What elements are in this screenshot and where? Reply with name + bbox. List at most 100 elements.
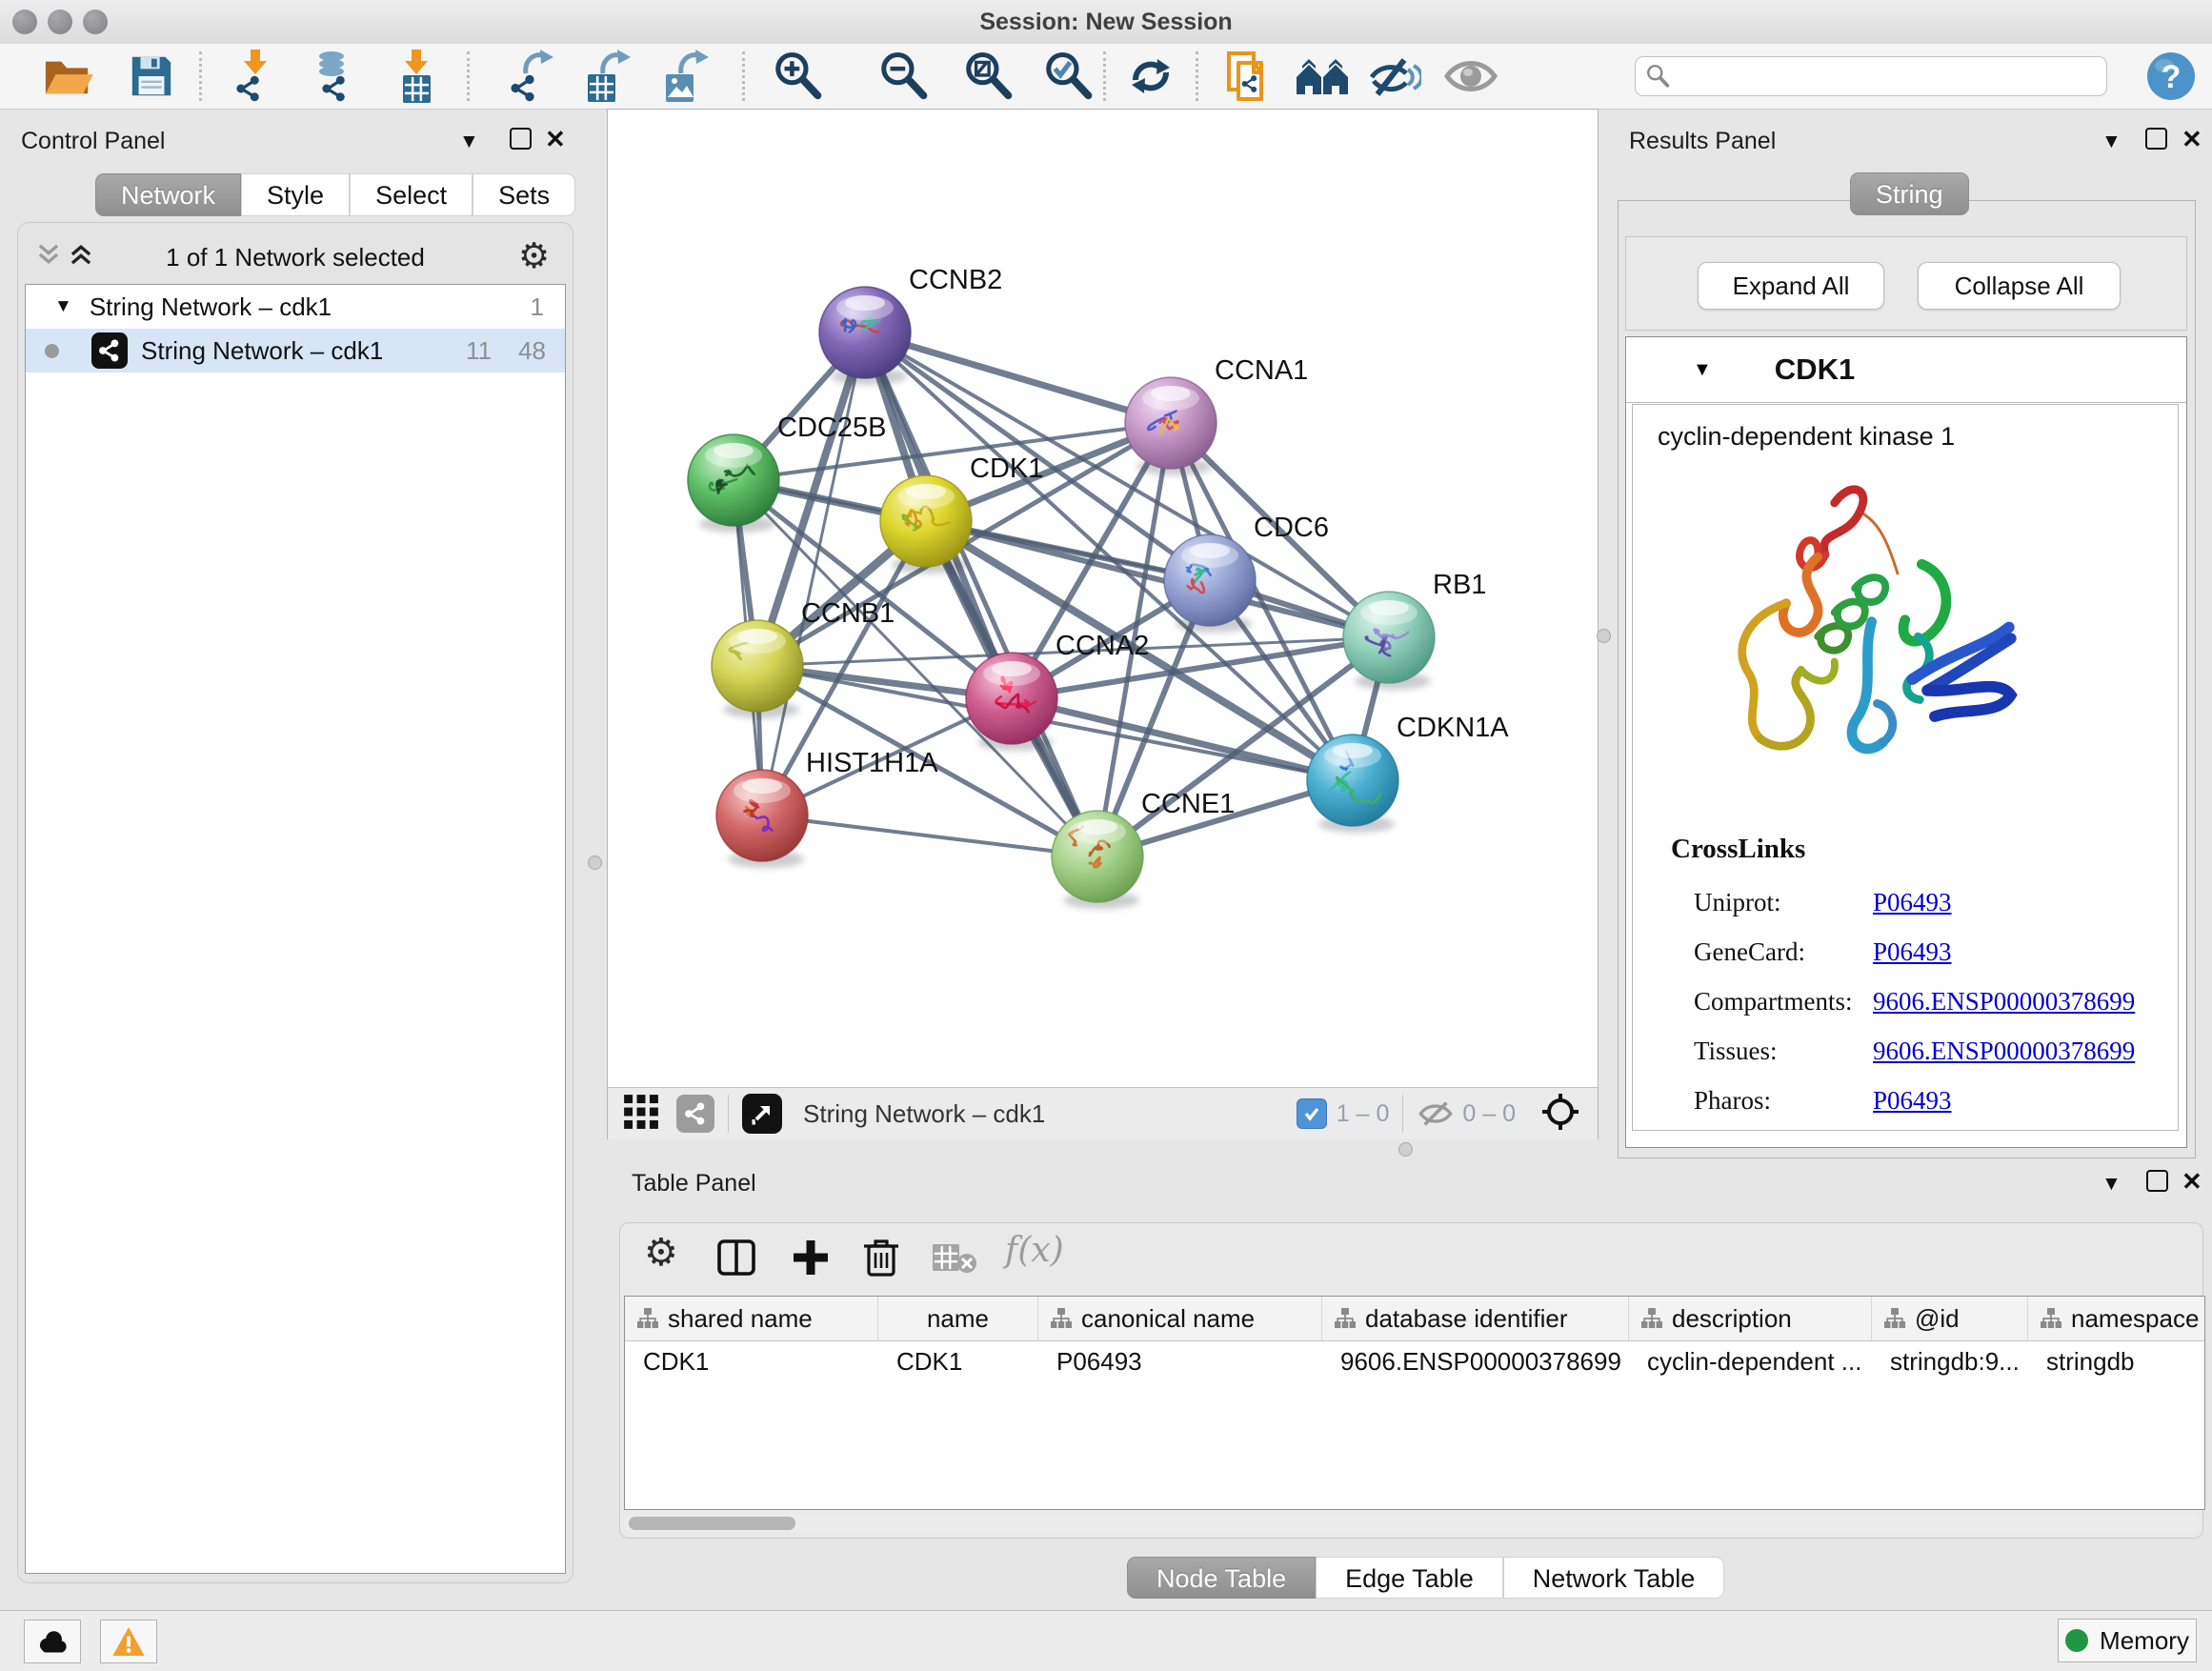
scrollbar-thumb[interactable] (629, 1517, 795, 1530)
table-cell[interactable]: cyclin-dependent ... (1629, 1347, 1872, 1377)
close-panel-icon[interactable]: ✕ (2182, 127, 2202, 151)
close-panel-icon[interactable]: ✕ (2182, 1169, 2202, 1194)
edge-HIST1H1A-CCNE1[interactable] (762, 815, 1097, 856)
column-header-description[interactable]: description (1629, 1297, 1872, 1340)
table-horizontal-scrollbar[interactable] (624, 1515, 2201, 1532)
crosslink-value-link[interactable]: P06493 (1873, 1086, 1952, 1116)
table-cell[interactable]: 9606.ENSP00000378699 (1322, 1347, 1629, 1377)
table-cell[interactable]: stringdb:9... (1872, 1347, 2028, 1377)
protein-entry-header[interactable]: ▼ CDK1 (1626, 337, 2186, 403)
show-eye-icon[interactable] (1441, 48, 1500, 105)
crosslink-value-link[interactable]: 9606.ENSP00000378699 (1873, 1037, 2135, 1066)
table-cell[interactable]: CDK1 (878, 1347, 1038, 1377)
tab-edge-table[interactable]: Edge Table (1316, 1557, 1503, 1599)
export-network-icon[interactable] (502, 48, 561, 105)
network-canvas[interactable]: CCNB2CCNA1CDC25BCDK1CDC6RB1CCNB1CCNA2CDK… (610, 123, 1592, 1085)
zoom-selected-icon[interactable] (1038, 48, 1097, 105)
network-node-CDC25B[interactable] (688, 434, 779, 526)
float-panel-icon[interactable] (2146, 1170, 2168, 1192)
crosslink-value-link[interactable]: 9606.ENSP00000378699 (1873, 987, 2135, 1017)
table-gear-icon[interactable]: ⚙ (644, 1231, 678, 1275)
search-box[interactable] (1635, 56, 2107, 96)
import-table-file-icon[interactable] (387, 48, 446, 105)
hidden-items-eye-icon[interactable] (1417, 1098, 1455, 1129)
panel-menu-icon[interactable]: ▼ (2101, 130, 2122, 154)
document-share-icon[interactable] (1218, 48, 1277, 105)
network-share-view-icon[interactable] (676, 1095, 714, 1133)
column-header-name[interactable]: name (878, 1297, 1038, 1340)
tab-network-table[interactable]: Network Table (1503, 1557, 1725, 1599)
network-node-CDK1[interactable] (880, 475, 972, 567)
tab-string[interactable]: String (1850, 172, 1969, 215)
left-splitter-grip[interactable] (588, 856, 602, 870)
tab-node-table[interactable]: Node Table (1127, 1557, 1316, 1599)
panel-menu-icon[interactable]: ▼ (2101, 1172, 2122, 1197)
column-header-namespace[interactable]: namespace (2028, 1297, 2205, 1340)
column-header-database-identifier[interactable]: database identifier (1322, 1297, 1629, 1340)
string-home-icon[interactable] (1293, 48, 1352, 105)
network-node-CDC6[interactable] (1164, 534, 1256, 626)
table-cell[interactable]: CDK1 (625, 1347, 878, 1377)
collapse-all-button[interactable]: Collapse All (1918, 262, 2121, 310)
float-panel-icon[interactable] (510, 128, 532, 150)
expand-all-networks-icon[interactable] (69, 242, 93, 272)
column-header-canonical-name[interactable]: canonical name (1038, 1297, 1322, 1340)
column-header-@id[interactable]: @id (1872, 1297, 2028, 1340)
save-session-icon[interactable] (122, 48, 181, 105)
expand-all-button[interactable]: Expand All (1698, 262, 1884, 310)
network-node-CCNB1[interactable] (712, 620, 803, 712)
column-header-shared-name[interactable]: shared name (625, 1297, 878, 1340)
add-column-icon[interactable] (790, 1237, 832, 1283)
entry-expander-icon[interactable]: ▼ (1693, 359, 1712, 381)
collection-expander-icon[interactable]: ▼ (54, 296, 72, 317)
table-cell[interactable]: P06493 (1038, 1347, 1322, 1377)
zoom-in-icon[interactable] (768, 48, 827, 105)
hide-eye-icon[interactable] (1365, 48, 1424, 105)
search-input[interactable] (1678, 62, 2097, 91)
network-node-RB1[interactable] (1343, 592, 1435, 683)
tab-network[interactable]: Network (95, 173, 241, 216)
selected-items-checkbox-icon[interactable] (1297, 1098, 1327, 1129)
right-splitter-grip[interactable] (1597, 629, 1611, 643)
export-image-icon[interactable] (657, 48, 716, 105)
network-node-CCNB2[interactable] (819, 287, 911, 378)
zoom-fit-icon[interactable] (958, 48, 1017, 105)
table-cell[interactable]: stringdb (2028, 1347, 2205, 1377)
birdseye-view-icon[interactable] (1540, 1092, 1580, 1137)
import-network-database-icon[interactable] (302, 48, 361, 105)
network-node-CDKN1A[interactable] (1307, 735, 1398, 826)
tab-select[interactable]: Select (350, 173, 473, 216)
import-network-file-icon[interactable] (226, 48, 285, 105)
zoom-out-icon[interactable] (874, 48, 933, 105)
float-panel-icon[interactable] (2145, 128, 2167, 150)
tab-sets[interactable]: Sets (473, 173, 575, 216)
network-panel-gear-icon[interactable]: ⚙ (518, 235, 550, 276)
help-icon[interactable]: ? (2142, 48, 2201, 105)
show-columns-icon[interactable] (715, 1237, 757, 1283)
refresh-layout-icon[interactable] (1121, 48, 1180, 105)
close-panel-icon[interactable]: ✕ (545, 127, 566, 151)
network-collection-row[interactable]: ▼ String Network – cdk1 1 (26, 285, 565, 329)
network-node-CCNE1[interactable] (1052, 811, 1143, 902)
grid-view-icon[interactable] (623, 1094, 659, 1135)
open-session-icon[interactable] (38, 48, 97, 105)
tab-style[interactable]: Style (241, 173, 350, 216)
delete-column-trash-icon[interactable] (860, 1235, 902, 1283)
collapse-all-networks-icon[interactable] (36, 242, 61, 272)
crosslink-value-link[interactable]: P06493 (1873, 937, 1952, 967)
edge-CCNB2-CCNA1[interactable] (865, 332, 1171, 423)
detach-view-icon[interactable] (742, 1094, 782, 1134)
export-table-icon[interactable] (579, 48, 638, 105)
network-node-HIST1H1A[interactable] (716, 770, 808, 861)
bottom-splitter-grip[interactable] (1398, 1142, 1413, 1157)
panel-menu-icon[interactable]: ▼ (459, 130, 479, 154)
network-row[interactable]: String Network – cdk1 11 48 (26, 329, 565, 372)
warning-status-button[interactable] (100, 1620, 157, 1663)
crosslink-value-link[interactable]: P06493 (1873, 888, 1952, 917)
table-row[interactable]: CDK1CDK1P064939606.ENSP00000378699cyclin… (625, 1341, 2204, 1381)
network-node-CCNA1[interactable] (1125, 377, 1217, 469)
network-node-CCNA2[interactable] (966, 653, 1057, 744)
function-builder-icon[interactable]: f(x) (1005, 1231, 1064, 1270)
memory-button[interactable]: Memory (2058, 1619, 2197, 1662)
cloud-status-button[interactable] (24, 1620, 81, 1663)
